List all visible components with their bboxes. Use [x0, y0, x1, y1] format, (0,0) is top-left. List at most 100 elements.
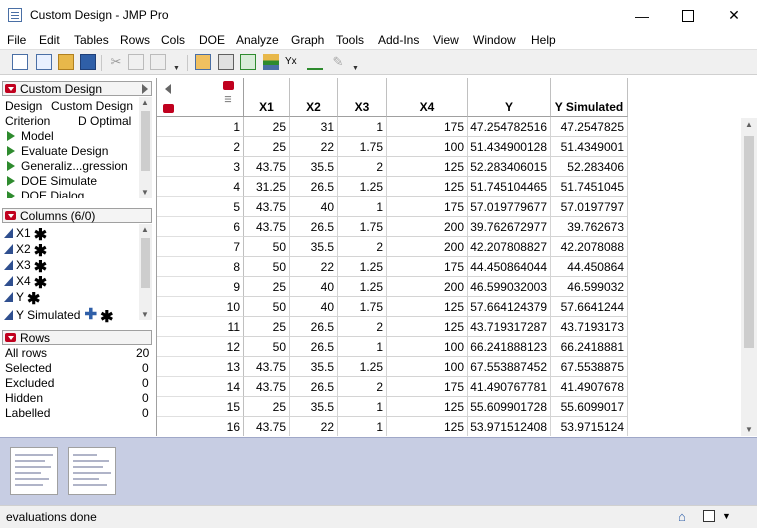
cell-y[interactable]: 66.241888123 — [468, 337, 551, 357]
collapse-arrow-icon[interactable] — [142, 84, 148, 94]
table-row[interactable]: 3 43.75 35.5 2 125 52.283406015 52.283406 — [157, 157, 628, 177]
column-header-x4[interactable]: X4 — [387, 78, 468, 117]
columns-scrollbar[interactable]: ▲ ▼ — [139, 224, 152, 320]
cell-y[interactable]: 55.609901728 — [468, 397, 551, 417]
cell-x2[interactable]: 35.5 — [290, 237, 338, 257]
save-icon[interactable] — [80, 54, 96, 70]
custom-design-section-header[interactable]: Custom Design — [2, 81, 152, 96]
cell-x2[interactable]: 31 — [290, 117, 338, 137]
row-number[interactable]: 2 — [157, 137, 244, 157]
paste-icon[interactable] — [150, 54, 166, 70]
cell-x4[interactable]: 175 — [387, 377, 468, 397]
row-number[interactable]: 12 — [157, 337, 244, 357]
cell-x4[interactable]: 125 — [387, 177, 468, 197]
cell-x4[interactable]: 175 — [387, 257, 468, 277]
table-row[interactable]: 4 31.25 26.5 1.25 125 51.745104465 51.7451045 — [157, 177, 628, 197]
distribution-icon[interactable] — [240, 54, 256, 70]
cell-y-simulated[interactable]: 55.6099017 — [551, 397, 628, 417]
cell-x2[interactable]: 40 — [290, 197, 338, 217]
script-doe-simulate[interactable]: DOE Simulate — [7, 174, 97, 188]
red-triangle-menu-icon[interactable] — [5, 84, 16, 93]
table-row[interactable]: 2 25 22 1.75 100 51.434900128 51.4349001 — [157, 137, 628, 157]
cell-x2[interactable]: 40 — [290, 297, 338, 317]
cell-x4[interactable]: 100 — [387, 337, 468, 357]
cell-x1[interactable]: 43.75 — [244, 197, 290, 217]
row-number[interactable]: 9 — [157, 277, 244, 297]
menu-analyze[interactable]: Analyze — [236, 33, 279, 47]
scroll-up-arrow-icon[interactable]: ▲ — [745, 120, 753, 129]
open-folder-icon[interactable] — [58, 54, 74, 70]
column-header-y-simulated[interactable]: Y Simulated — [551, 78, 628, 117]
cell-x3[interactable]: 1.75 — [338, 297, 387, 317]
pencil-icon[interactable]: ✎ — [330, 54, 346, 70]
cell-x3[interactable]: 1.75 — [338, 217, 387, 237]
cell-y-simulated[interactable]: 43.7193173 — [551, 317, 628, 337]
red-triangle-menu-icon[interactable] — [163, 104, 174, 113]
menu-add-ins[interactable]: Add-Ins — [378, 33, 419, 47]
cell-x1[interactable]: 25 — [244, 117, 290, 137]
row-number[interactable]: 3 — [157, 157, 244, 177]
home-icon[interactable]: ⌂ — [678, 510, 692, 523]
row-number[interactable]: 1 — [157, 117, 244, 137]
cell-y-simulated[interactable]: 67.5538875 — [551, 357, 628, 377]
cell-x2[interactable]: 26.5 — [290, 337, 338, 357]
cell-x3[interactable]: 1.75 — [338, 137, 387, 157]
new-data-table-icon[interactable] — [12, 54, 28, 70]
cell-x4[interactable]: 125 — [387, 157, 468, 177]
cell-y-simulated[interactable]: 42.2078088 — [551, 237, 628, 257]
table-row[interactable]: 7 50 35.5 2 200 42.207808827 42.2078088 — [157, 237, 628, 257]
cell-x2[interactable]: 26.5 — [290, 177, 338, 197]
close-button[interactable]: ✕ — [711, 0, 757, 31]
menu-edit[interactable]: Edit — [39, 33, 60, 47]
collapse-arrow-icon[interactable] — [165, 84, 171, 94]
cell-x1[interactable]: 43.75 — [244, 357, 290, 377]
menu-view[interactable]: View — [433, 33, 459, 47]
menu-graph[interactable]: Graph — [291, 33, 324, 47]
table-row[interactable]: 8 50 22 1.25 175 44.450864044 44.450864 — [157, 257, 628, 277]
cell-x4[interactable]: 125 — [387, 417, 468, 436]
cell-y[interactable]: 46.599032003 — [468, 277, 551, 297]
cell-y-simulated[interactable]: 53.9715124 — [551, 417, 628, 436]
cell-y-simulated[interactable]: 57.0197797 — [551, 197, 628, 217]
cell-x3[interactable]: 2 — [338, 157, 387, 177]
column-header-x3[interactable]: X3 — [338, 78, 387, 117]
cell-x1[interactable]: 43.75 — [244, 417, 290, 436]
cell-x3[interactable]: 1 — [338, 117, 387, 137]
cell-y[interactable]: 43.719317287 — [468, 317, 551, 337]
cell-x3[interactable]: 2 — [338, 377, 387, 397]
cell-x1[interactable]: 43.75 — [244, 217, 290, 237]
cell-x3[interactable]: 1.25 — [338, 177, 387, 197]
cell-x1[interactable]: 50 — [244, 297, 290, 317]
cell-x4[interactable]: 175 — [387, 117, 468, 137]
thumbnail-data-table[interactable] — [10, 447, 58, 495]
cell-y-simulated[interactable]: 41.4907678 — [551, 377, 628, 397]
cell-x3[interactable]: 1 — [338, 417, 387, 436]
cell-x1[interactable]: 31.25 — [244, 177, 290, 197]
cell-x1[interactable]: 25 — [244, 317, 290, 337]
chevron-down-icon[interactable]: ▼ — [352, 65, 359, 72]
chevron-down-icon[interactable]: ▼ — [722, 511, 731, 521]
new-script-icon[interactable] — [36, 54, 52, 70]
cell-x2[interactable]: 35.5 — [290, 357, 338, 377]
cell-x3[interactable]: 1 — [338, 397, 387, 417]
cell-y[interactable]: 57.019779677 — [468, 197, 551, 217]
menu-rows[interactable]: Rows — [120, 33, 150, 47]
cell-x4[interactable]: 100 — [387, 137, 468, 157]
cell-x1[interactable]: 25 — [244, 137, 290, 157]
cell-y-simulated[interactable]: 57.6641244 — [551, 297, 628, 317]
maximize-button[interactable] — [665, 0, 711, 31]
cell-x4[interactable]: 125 — [387, 397, 468, 417]
column-header-x1[interactable]: X1 — [244, 78, 290, 117]
menu-help[interactable]: Help — [531, 33, 556, 47]
rows-section-header[interactable]: Rows — [2, 330, 152, 345]
cell-y[interactable]: 47.254782516 — [468, 117, 551, 137]
cell-x3[interactable]: 1 — [338, 197, 387, 217]
table-row[interactable]: 6 43.75 26.5 1.75 200 39.762672977 39.762673 — [157, 217, 628, 237]
cell-y[interactable]: 67.553887452 — [468, 357, 551, 377]
window-list-icon[interactable] — [703, 510, 715, 522]
cell-x4[interactable]: 200 — [387, 217, 468, 237]
cell-x2[interactable]: 40 — [290, 277, 338, 297]
cell-y-simulated[interactable]: 39.762673 — [551, 217, 628, 237]
cell-x4[interactable]: 175 — [387, 197, 468, 217]
table-row[interactable]: 16 43.75 22 1 125 53.971512408 53.9715124 — [157, 417, 628, 436]
